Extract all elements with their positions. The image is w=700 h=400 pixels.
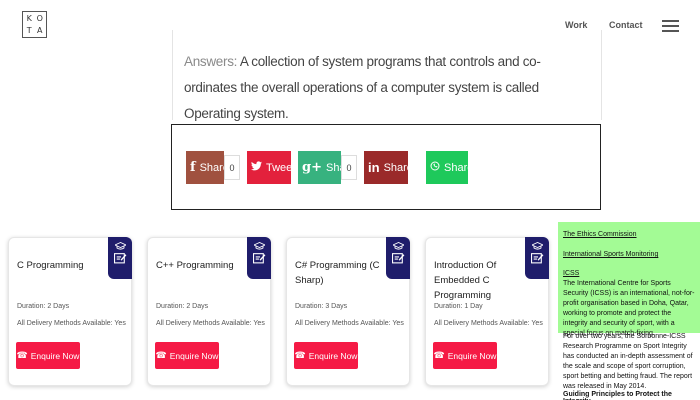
facebook-share-button[interactable]: f Share [186, 151, 229, 184]
course-title: Introduction Of Embedded C Programming [434, 260, 497, 301]
logo-letter-o: O [36, 14, 43, 24]
certificate-icon [252, 253, 265, 264]
certificate-icon [113, 253, 126, 264]
course-title: C++ Programming [156, 260, 234, 271]
googleplus-share-count: 0 [341, 155, 357, 180]
hamburger-line [662, 20, 679, 22]
twitter-tweet-label: Tweet [266, 161, 296, 174]
whatsapp-share-label: Share [444, 161, 474, 174]
graduation-cap-icon [114, 242, 126, 250]
hamburger-line [662, 25, 679, 27]
phone-icon: ☎ [433, 350, 445, 360]
course-badge [386, 237, 410, 279]
nav-contact-link[interactable]: Contact [609, 20, 643, 30]
certificate-icon [530, 253, 543, 264]
nav-work-link[interactable]: Work [565, 20, 587, 30]
answer-text: Answers: A collection of system programs… [184, 49, 592, 127]
sidebar-link-sports-monitoring[interactable]: International Sports Monitoring [563, 251, 697, 258]
certificate-icon [391, 253, 404, 264]
enquire-now-button[interactable]: ☎ Enquire Now [433, 342, 497, 369]
twitter-tweet-button[interactable]: Tweet [247, 151, 295, 184]
sidebar-sorbonne-text: For over two years, the Sorbonne-ICSS Re… [563, 333, 693, 390]
enquire-now-button[interactable]: ☎ Enquire Now [294, 342, 358, 369]
whatsapp-icon [430, 160, 440, 175]
course-duration: Duration: 3 Days [295, 303, 348, 310]
enquire-now-button[interactable]: ☎ Enquire Now [16, 342, 80, 369]
course-badge [108, 237, 132, 279]
course-delivery-methods: All Delivery Methods Available: Yes [156, 320, 265, 327]
facebook-share-count: 0 [224, 155, 240, 180]
phone-icon: ☎ [16, 350, 28, 360]
course-title: C Programming [17, 260, 84, 271]
logo-letter-t: T [26, 25, 32, 35]
googleplus-share-button[interactable]: g+ Share [298, 151, 355, 184]
sidebar-icss-text: The International Centre for Sports Secu… [563, 280, 695, 337]
course-duration: Duration: 2 Days [156, 303, 209, 310]
logo-letter-a: A [37, 25, 43, 35]
course-delivery-methods: All Delivery Methods Available: Yes [295, 320, 404, 327]
googleplus-icon: g+ [302, 160, 322, 175]
kota-logo[interactable]: K O T A [22, 11, 47, 38]
course-title: C# Programming (C Sharp) [295, 260, 380, 286]
enquire-now-label: Enquire Now [30, 350, 80, 361]
linkedin-share-label: Share [383, 161, 413, 174]
answer-label: Answers: [184, 54, 238, 69]
answer-body: A collection of system programs that con… [184, 54, 541, 121]
twitter-bird-icon [251, 160, 262, 175]
course-card[interactable]: C++ Programming Duration: 2 Days All Del… [147, 237, 271, 386]
course-duration: Duration: 1 Day [434, 303, 483, 310]
course-badge [247, 237, 271, 279]
whatsapp-share-button[interactable]: Share [426, 151, 473, 184]
logo-letter-k: K [26, 14, 32, 24]
course-delivery-methods: All Delivery Methods Available: Yes [17, 320, 126, 327]
phone-icon: ☎ [155, 350, 167, 360]
graduation-cap-icon [392, 242, 404, 250]
course-delivery-methods: All Delivery Methods Available: Yes [434, 320, 543, 327]
hamburger-line [662, 30, 679, 32]
linkedin-icon: in [368, 160, 380, 175]
graduation-cap-icon [253, 242, 265, 250]
sidebar-heading-guiding-principles: Guiding Principles to Protect the Integr… [563, 391, 672, 400]
phone-icon: ☎ [294, 350, 306, 360]
sidebar-link-ethics-commission[interactable]: The Ethics Commission [563, 231, 697, 238]
enquire-now-label: Enquire Now [447, 350, 497, 361]
graduation-cap-icon [531, 242, 543, 250]
hamburger-menu-icon[interactable] [662, 20, 679, 32]
facebook-icon: f [190, 160, 196, 175]
course-card[interactable]: C# Programming (C Sharp) Duration: 3 Day… [286, 237, 410, 386]
linkedin-share-button[interactable]: in Share [364, 151, 413, 184]
course-duration: Duration: 2 Days [17, 303, 70, 310]
course-card[interactable]: Introduction Of Embedded C Programming D… [425, 237, 549, 386]
enquire-now-label: Enquire Now [169, 350, 219, 361]
sidebar-heading-icss: ICSS [563, 270, 580, 277]
course-badge [525, 237, 549, 279]
course-card[interactable]: C Programming Duration: 2 Days All Deliv… [8, 237, 132, 386]
enquire-now-label: Enquire Now [308, 350, 358, 361]
enquire-now-button[interactable]: ☎ Enquire Now [155, 342, 219, 369]
